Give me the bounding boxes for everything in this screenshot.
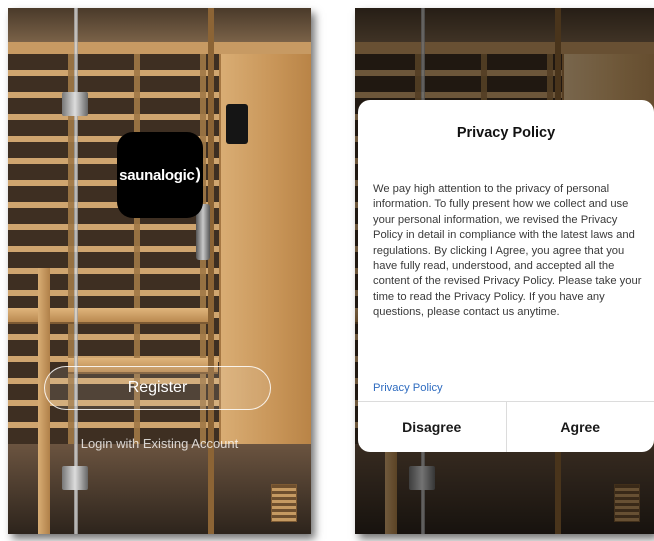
privacy-policy-dialog: Privacy Policy We pay high attention to … — [358, 100, 654, 452]
dialog-body-text: We pay high attention to the privacy of … — [373, 183, 642, 319]
control-panel-graphic — [226, 104, 248, 144]
dialog-title: Privacy Policy — [456, 125, 556, 141]
agree-button[interactable]: Agree — [505, 402, 654, 452]
register-button[interactable]: Register — [44, 366, 271, 410]
logo-mark: ) — [195, 166, 201, 183]
dialog-actions: Disagree Agree — [358, 401, 654, 452]
welcome-screen: saunalogic) Register Login with Existing… — [8, 8, 311, 534]
app-logo: saunalogic) — [117, 132, 203, 218]
disagree-button[interactable]: Disagree — [358, 402, 506, 452]
privacy-policy-link[interactable]: Privacy Policy — [373, 382, 443, 394]
login-existing-account-link[interactable]: Login with Existing Account — [8, 436, 311, 451]
privacy-policy-screen: Privacy Policy We pay high attention to … — [355, 8, 654, 534]
sauna-background-image — [8, 8, 311, 534]
logo-text: saunalogic — [119, 166, 195, 184]
